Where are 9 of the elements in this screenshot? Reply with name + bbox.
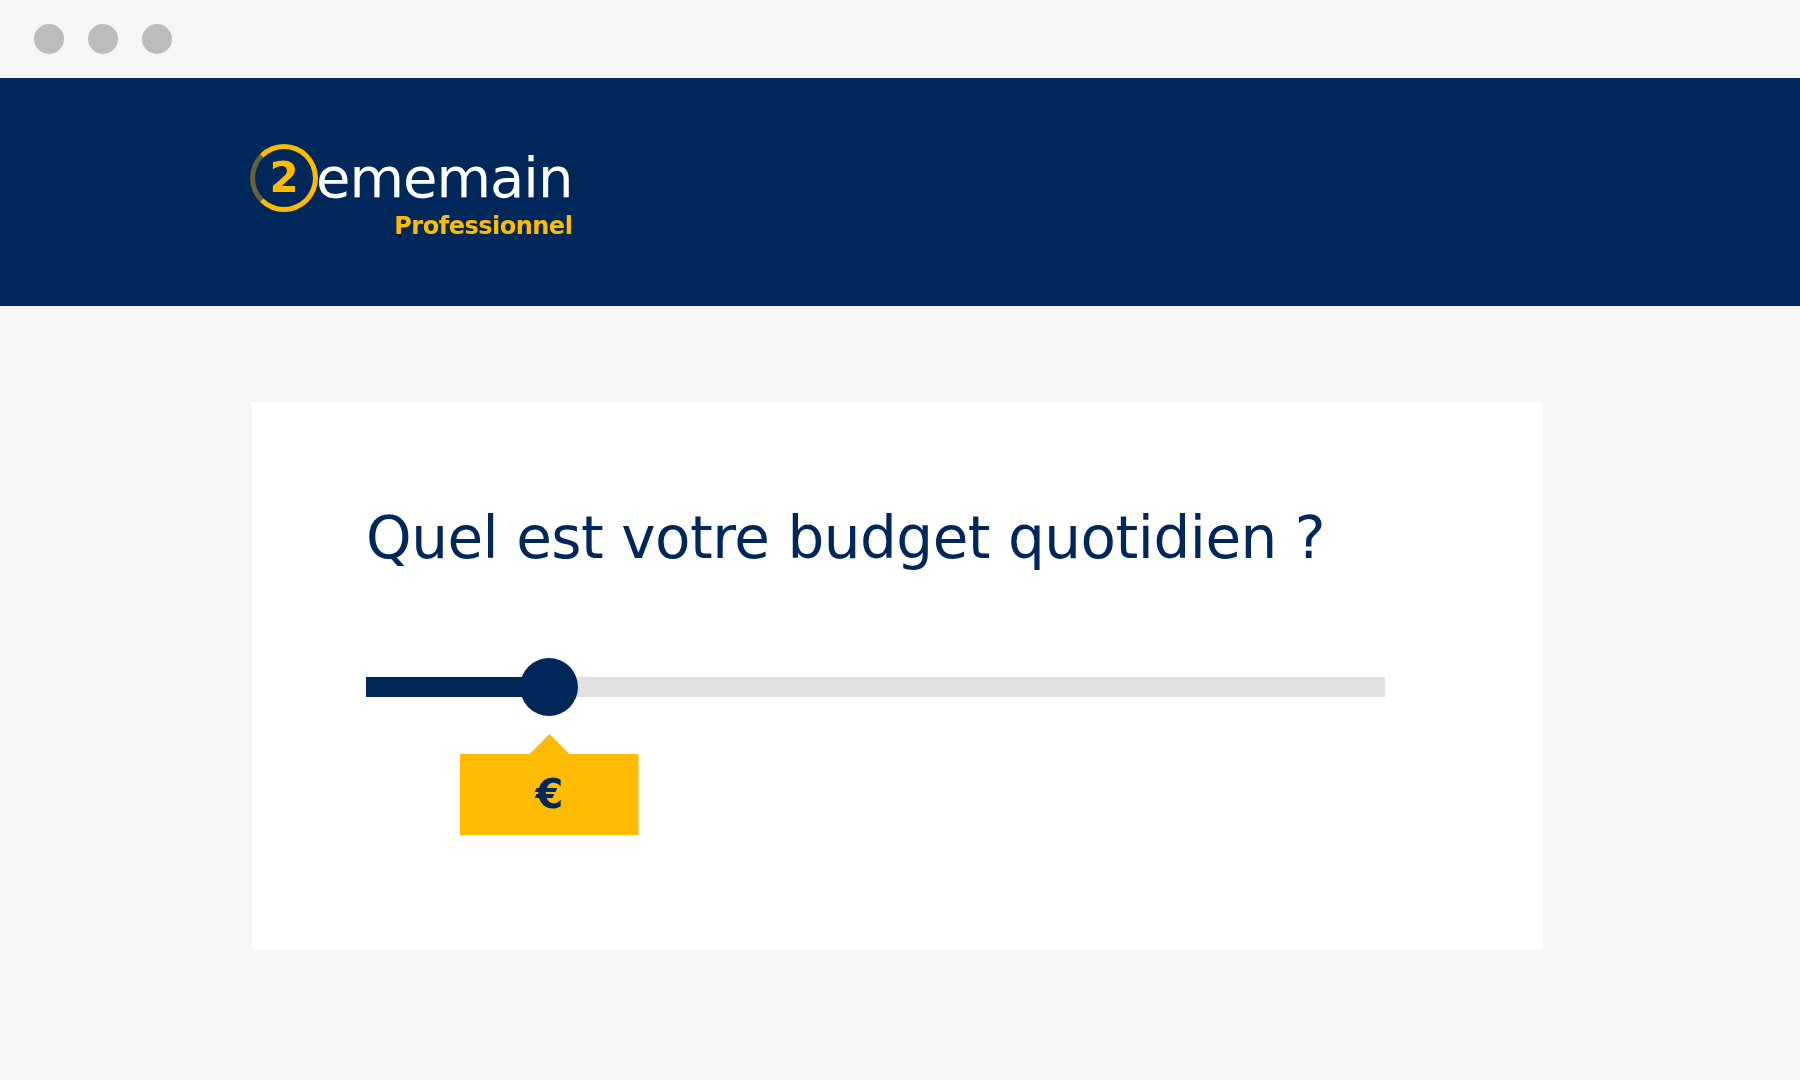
question-title: Quel est votre budget quotidien ?: [366, 504, 1327, 574]
window-control[interactable]: [142, 24, 172, 54]
logo-tagline: Professionnel: [394, 211, 573, 241]
logo-wordmark: ememain: [316, 149, 573, 206]
window-control[interactable]: [88, 24, 118, 54]
logo-badge: 2: [250, 143, 318, 212]
slider-track[interactable]: [366, 676, 1385, 697]
window-control[interactable]: [34, 24, 64, 54]
value-tooltip: €: [459, 733, 639, 835]
